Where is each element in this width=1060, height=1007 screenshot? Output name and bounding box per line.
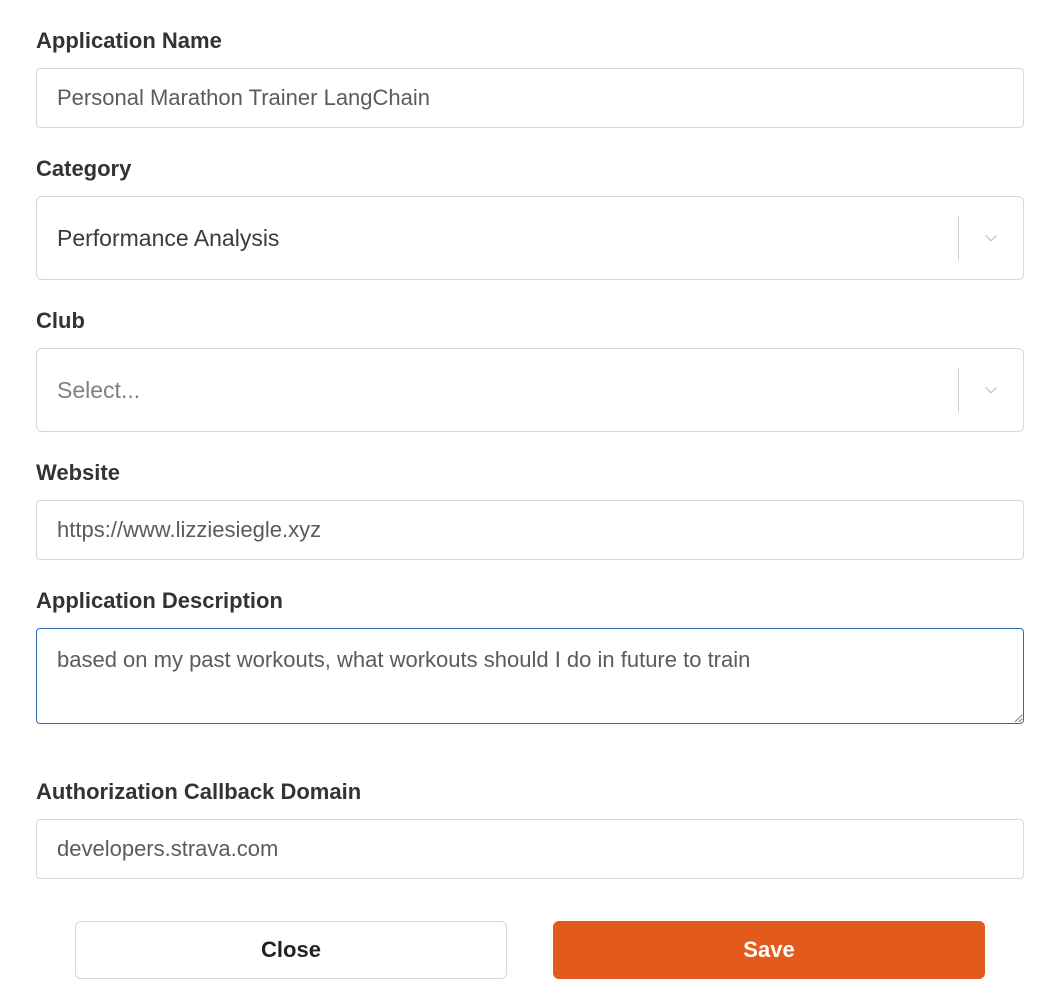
chevron-down-icon [959,227,1023,249]
chevron-down-icon [959,379,1023,401]
application-name-label: Application Name [36,28,1024,54]
application-description-group: Application Description [36,588,1024,729]
category-group: Category Performance Analysis [36,156,1024,280]
application-name-group: Application Name [36,28,1024,128]
close-button[interactable]: Close [75,921,507,979]
application-description-label: Application Description [36,588,1024,614]
save-button[interactable]: Save [553,921,985,979]
category-selected-value: Performance Analysis [37,225,958,252]
website-group: Website [36,460,1024,560]
application-description-textarea[interactable] [36,628,1024,724]
club-placeholder: Select... [37,377,958,404]
authorization-callback-domain-input[interactable] [36,819,1024,879]
category-label: Category [36,156,1024,182]
category-select[interactable]: Performance Analysis [36,196,1024,280]
website-label: Website [36,460,1024,486]
application-name-input[interactable] [36,68,1024,128]
button-row: Close Save [36,921,1024,979]
club-group: Club Select... [36,308,1024,432]
club-label: Club [36,308,1024,334]
website-input[interactable] [36,500,1024,560]
authorization-callback-domain-group: Authorization Callback Domain [36,779,1024,879]
club-select[interactable]: Select... [36,348,1024,432]
authorization-callback-domain-label: Authorization Callback Domain [36,779,1024,805]
